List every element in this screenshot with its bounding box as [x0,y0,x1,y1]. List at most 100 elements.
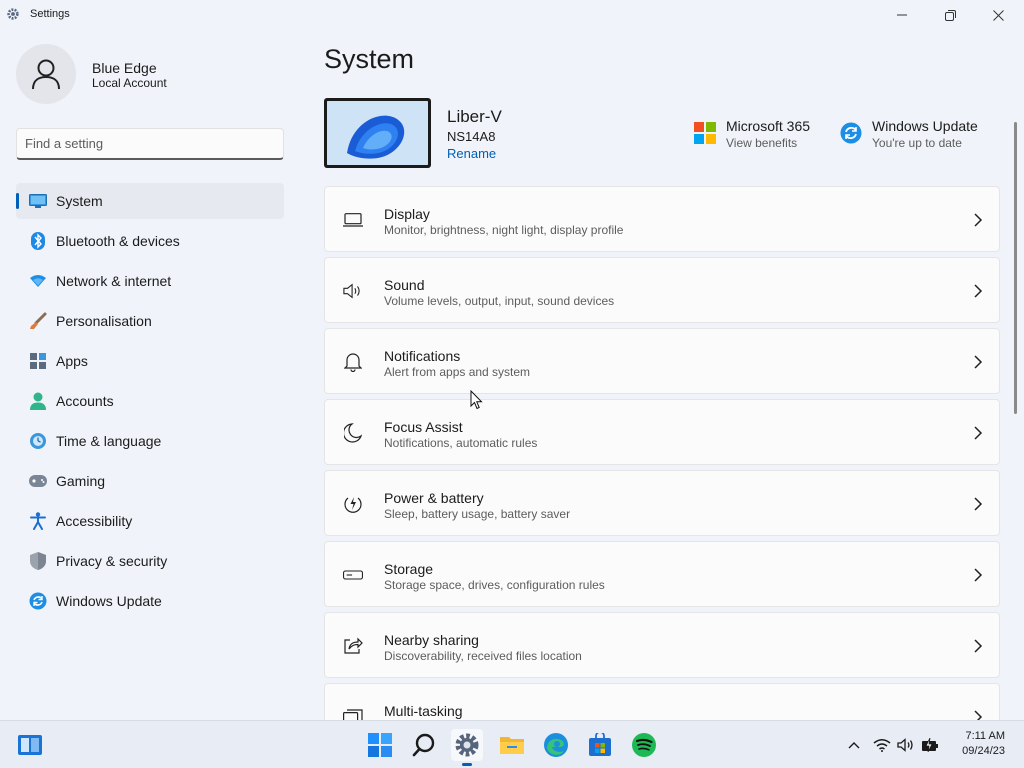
sidebar-item-privacy-security[interactable]: Privacy & security [16,543,284,579]
card-multitasking[interactable]: Multi-tasking [324,683,1000,720]
card-title: Focus Assist [384,419,463,435]
card-subtitle: Notifications, automatic rules [384,436,538,450]
sidebar-item-apps[interactable]: Apps [16,343,284,379]
chevron-right-icon [974,639,983,653]
power-icon [343,494,363,514]
card-display[interactable]: Display Monitor, brightness, night light… [324,186,1000,252]
card-title: Display [384,206,430,222]
spotify-icon [632,733,656,757]
taskbar-search-button[interactable] [408,729,440,761]
apps-icon [29,352,47,370]
taskbar-settings-button[interactable] [451,729,483,761]
moon-icon [343,423,363,443]
show-hidden-icons-button[interactable] [845,736,863,754]
search-input[interactable] [25,136,275,151]
microsoft-365-promo[interactable]: Microsoft 365 View benefits [694,118,810,150]
chevron-right-icon [974,284,983,298]
search-icon [412,733,435,757]
sidebar-item-personalisation[interactable]: Personalisation [16,303,284,339]
widgets-icon [18,735,42,755]
device-thumbnail [324,98,431,168]
file-explorer-button[interactable] [496,729,528,761]
sidebar-item-accounts[interactable]: Accounts [16,383,284,419]
volume-tray-button[interactable] [897,736,915,754]
active-app-indicator [462,763,472,766]
close-button[interactable] [975,0,1021,30]
start-button[interactable] [364,729,396,761]
widgets-button[interactable] [14,729,46,761]
main-content: System Liber-V NS14A8 Rename Microsoft 3… [300,30,1024,720]
device-model: NS14A8 [447,129,496,144]
sidebar-item-bluetooth-devices[interactable]: Bluetooth & devices [16,223,284,259]
card-title: Power & battery [384,490,484,506]
bell-icon [343,352,363,372]
wifi-icon [29,272,47,290]
avatar[interactable] [16,44,76,104]
chevron-right-icon [974,497,983,511]
sidebar-item-label: Gaming [56,473,106,489]
spotify-button[interactable] [628,729,660,761]
card-title: Multi-tasking [384,703,463,719]
chevron-right-icon [974,710,983,720]
device-name: Liber-V [447,107,502,126]
title-bar: Settings [0,0,1024,30]
storage-icon [343,565,363,585]
share-icon [343,636,363,656]
gamepad-icon [29,472,47,490]
edge-button[interactable] [540,729,572,761]
store-icon [589,733,611,756]
card-notifications[interactable]: Notifications Alert from apps and system [324,328,1000,394]
sidebar-item-label: Windows Update [56,593,162,609]
sidebar-item-accessibility[interactable]: Accessibility [16,503,284,539]
brush-icon [29,312,47,330]
windows-update-promo[interactable]: Windows Update You're up to date [840,118,978,150]
rename-link[interactable]: Rename [447,146,496,161]
card-title: Storage [384,561,434,577]
settings-app-icon [7,8,19,20]
card-power-battery[interactable]: Power & battery Sleep, battery usage, ba… [324,470,1000,536]
card-sound[interactable]: Sound Volume levels, output, input, soun… [324,257,1000,323]
close-icon [992,9,1004,21]
card-subtitle: Alert from apps and system [384,365,531,379]
window-title: Settings [30,8,70,20]
card-storage[interactable]: Storage Storage space, drives, configura… [324,541,1000,607]
page-title: System [324,44,415,74]
globe-clock-icon [29,432,47,450]
sidebar-item-windows-update[interactable]: Windows Update [16,583,284,619]
sidebar-item-label: Accounts [56,393,114,409]
clock-date[interactable]: 09/24/23 [955,745,1005,757]
card-subtitle: Monitor, brightness, night light, displa… [384,223,624,237]
clock-time[interactable]: 7:11 AM [955,730,1005,742]
bluetooth-icon [29,232,47,250]
sidebar: Blue Edge Local Account System Bluetooth… [0,30,300,720]
chevron-right-icon [974,426,983,440]
sidebar-item-label: Network & internet [56,273,172,289]
microsoft-logo-icon [694,122,716,144]
sidebar-item-network-internet[interactable]: Network & internet [16,263,284,299]
restore-button[interactable] [927,0,973,30]
card-title: Nearby sharing [384,632,479,648]
battery-tray-button[interactable] [921,736,939,754]
sidebar-item-time-language[interactable]: Time & language [16,423,284,459]
scrollbar-thumb[interactable] [1014,122,1017,414]
promo-subtitle: You're up to date [872,136,962,150]
sidebar-item-system[interactable]: System [16,183,284,219]
network-tray-button[interactable] [873,736,891,754]
promo-title: Windows Update [872,118,978,134]
taskbar [0,720,1024,768]
store-button[interactable] [584,729,616,761]
multitask-icon [343,707,363,720]
system-icon [29,192,47,210]
sidebar-nav: System Bluetooth & devices Network & int… [16,183,284,623]
card-nearby-sharing[interactable]: Nearby sharing Discoverability, received… [324,612,1000,678]
accessibility-icon [29,512,47,530]
card-subtitle: Volume levels, output, input, sound devi… [384,294,615,308]
sidebar-item-label: Privacy & security [56,553,168,569]
wifi-tray-icon [873,739,891,752]
card-focus-assist[interactable]: Focus Assist Notifications, automatic ru… [324,399,1000,465]
person-icon [29,392,47,410]
speaker-tray-icon [897,738,913,752]
search-box[interactable] [16,128,284,160]
sidebar-item-gaming[interactable]: Gaming [16,463,284,499]
minimize-button[interactable] [879,0,925,30]
